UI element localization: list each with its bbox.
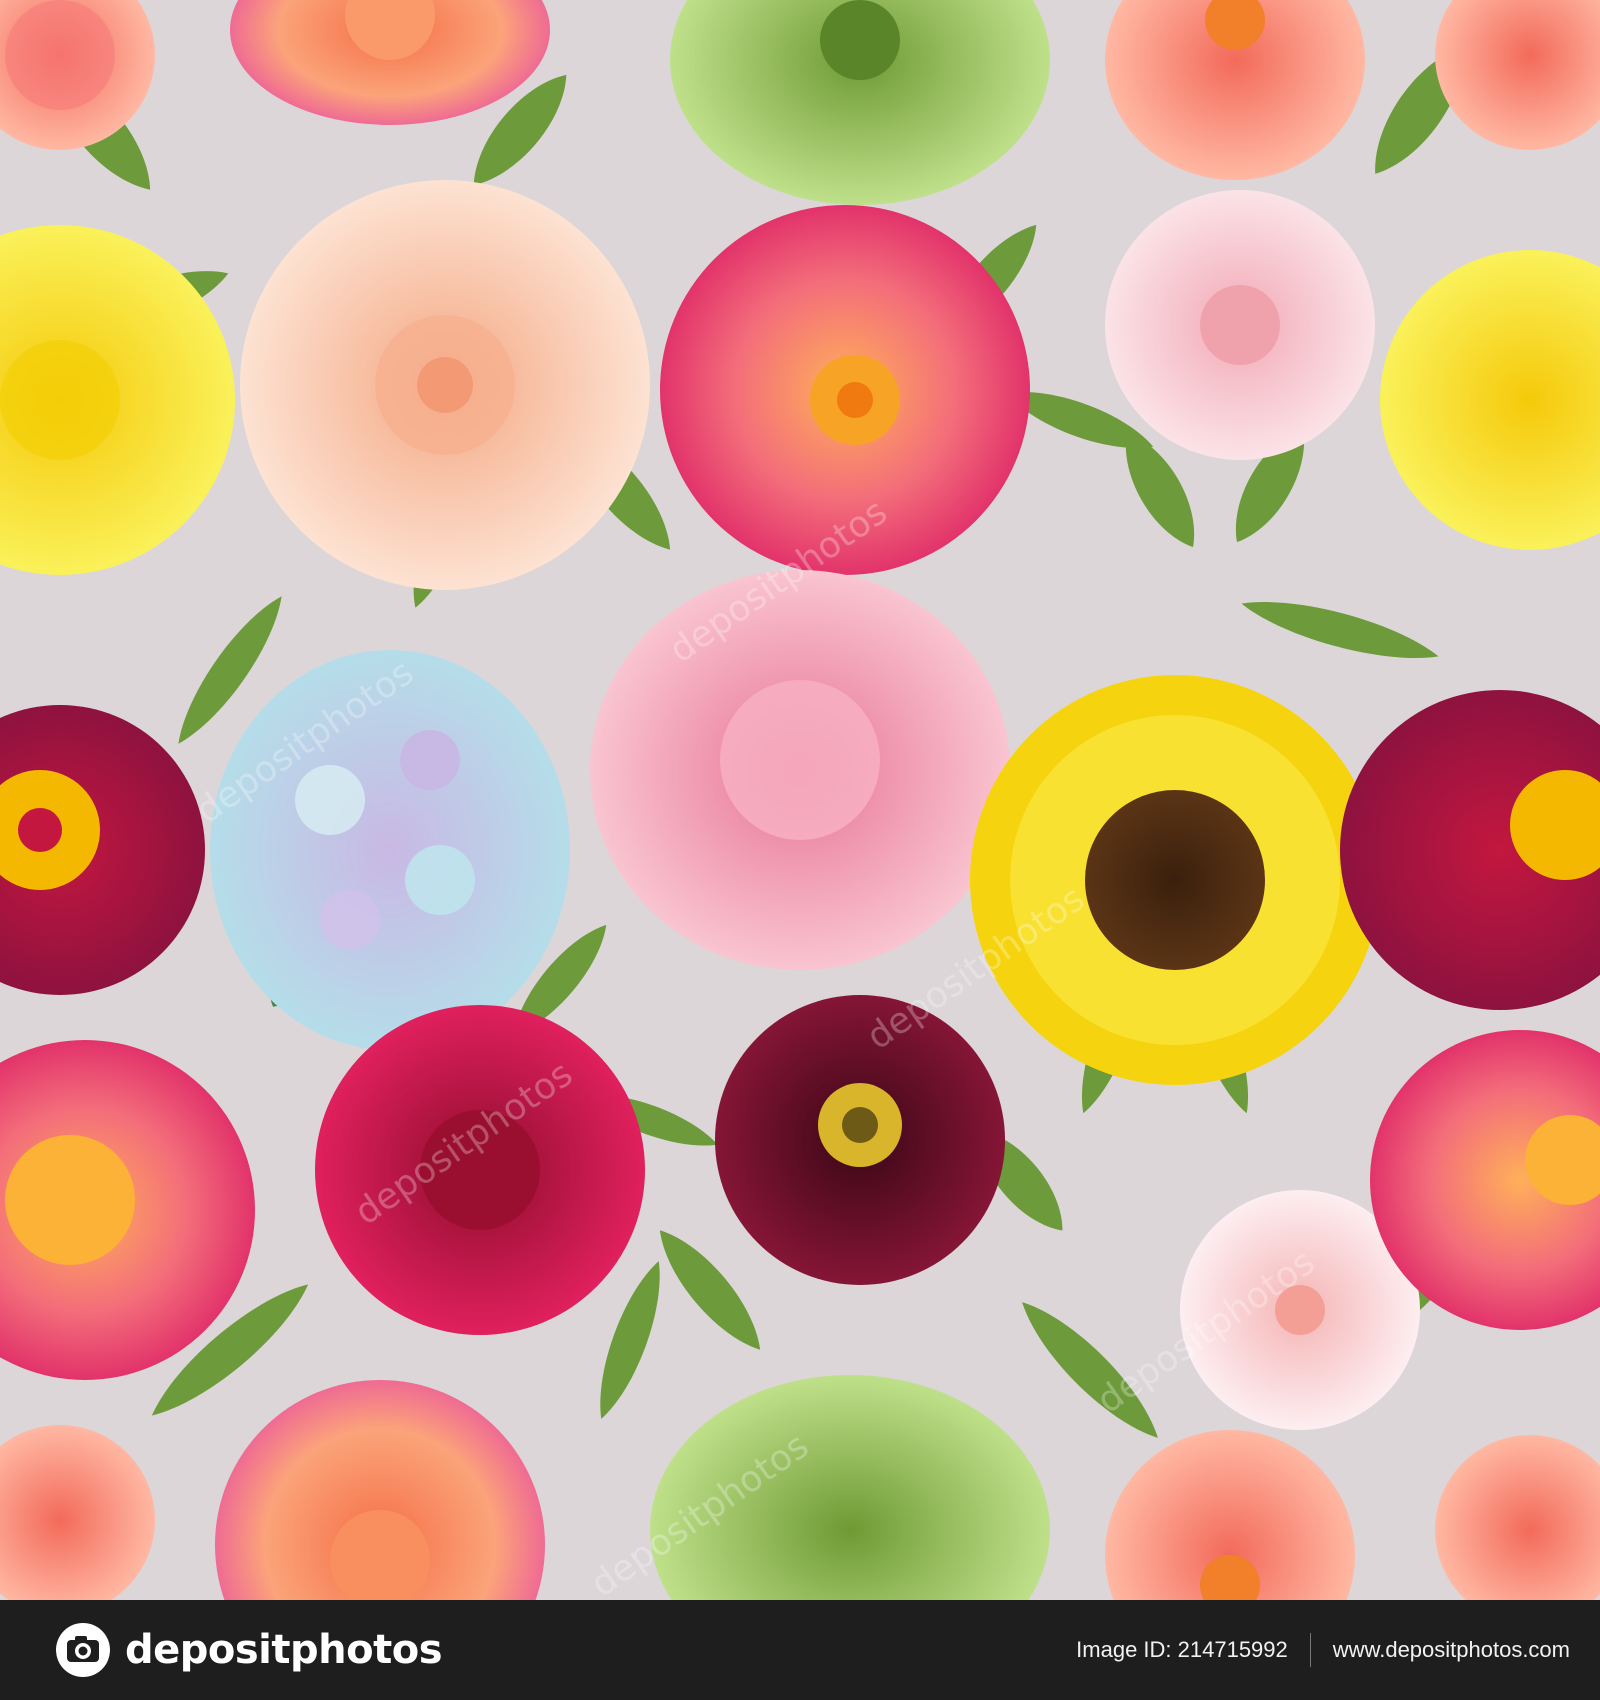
site-url[interactable]: www.depositphotos.com bbox=[1333, 1637, 1570, 1663]
image-id: Image ID: 214715992 bbox=[1076, 1637, 1288, 1662]
image-meta: Image ID: 214715992 www.depositphotos.co… bbox=[1076, 1633, 1570, 1667]
hydrangea bbox=[210, 650, 570, 1050]
magenta-rose bbox=[315, 1005, 645, 1335]
stock-photo-preview: depositphotos depositphotos depositphoto… bbox=[0, 0, 1600, 1700]
blush-rose bbox=[1105, 190, 1375, 460]
burgundy-poppy bbox=[715, 995, 1005, 1285]
brand-name: depositphotos bbox=[125, 1627, 443, 1673]
peach-dahlia bbox=[240, 180, 650, 590]
brand[interactable]: depositphotos bbox=[55, 1622, 443, 1678]
flower-pattern-image: depositphotos depositphotos depositphoto… bbox=[0, 0, 1600, 1600]
meta-divider bbox=[1309, 1633, 1311, 1667]
sunflower bbox=[970, 675, 1380, 1085]
stock-footer-bar: depositphotos Image ID: 214715992 www.de… bbox=[0, 1600, 1600, 1700]
pink-peony bbox=[590, 570, 1010, 970]
camera-logo-icon bbox=[56, 1623, 110, 1677]
